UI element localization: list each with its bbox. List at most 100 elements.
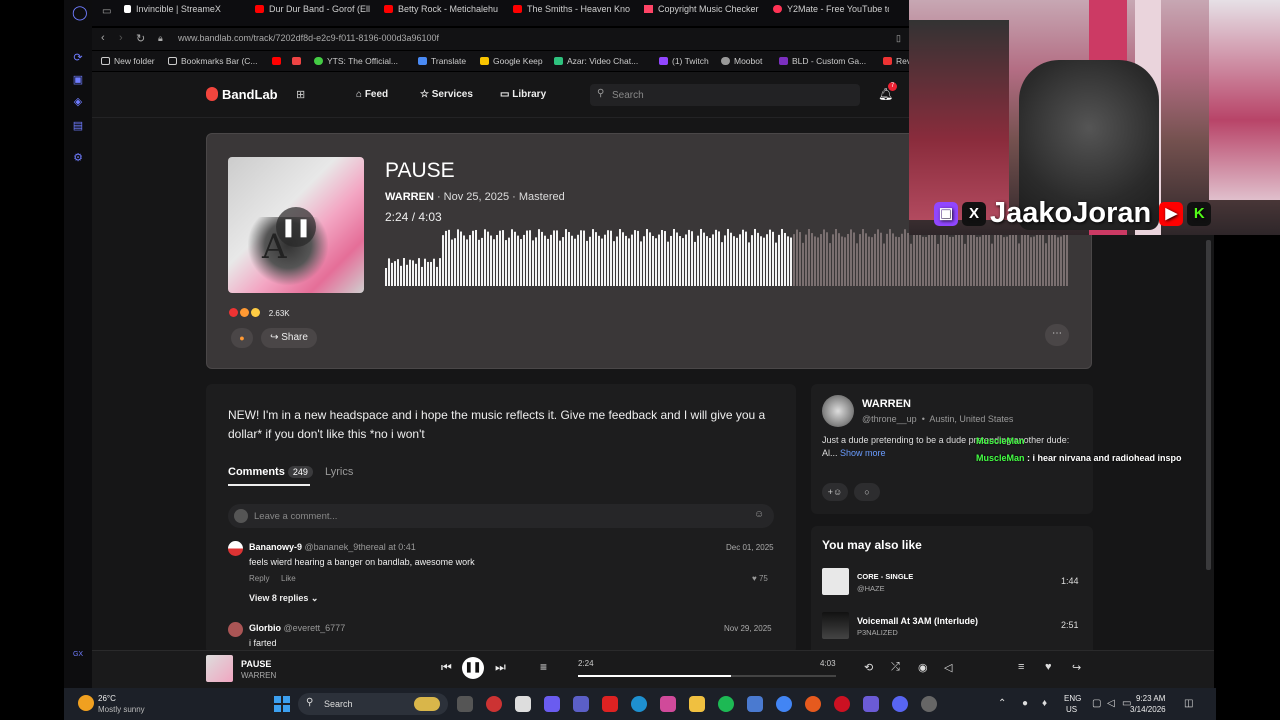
weather-desc[interactable]: Mostly sunny (98, 705, 145, 714)
sidebar-refresh-icon[interactable]: ⟳ (72, 52, 84, 64)
opera-logo-icon[interactable]: ◯ (72, 5, 88, 19)
clock-date[interactable]: 3/14/2026 (1130, 705, 1166, 714)
show-more-link[interactable]: Show more (840, 448, 886, 458)
add-to-playlist-icon[interactable]: ≡ (1018, 661, 1024, 673)
bookmark-item[interactable]: Moobot (721, 56, 762, 66)
next-icon[interactable]: ⏭︎ (495, 660, 506, 675)
ymal-thumbnail[interactable] (822, 568, 849, 595)
queue-icon[interactable]: ≡ (540, 660, 547, 674)
chrome-icon[interactable] (776, 696, 792, 712)
pause-button[interactable]: ❚❚ (462, 657, 484, 679)
tab-comments[interactable]: Comments 249 (228, 466, 313, 478)
ymal-track-name[interactable]: Voicemall At 3AM (Interlude) (857, 616, 978, 626)
shuffle-icon[interactable]: ⤮ (891, 661, 900, 674)
browser-tab[interactable]: Copyright Music Checker (644, 4, 764, 22)
app-icon[interactable] (486, 696, 502, 712)
view-replies-button[interactable]: View 8 replies ⌄ (249, 593, 318, 604)
ymal-track-name[interactable]: CORE - SINGLE (857, 572, 913, 581)
weather-temp[interactable]: 26°C (98, 694, 116, 703)
bookmark-item[interactable]: Azar: Video Chat... (554, 56, 638, 66)
react-button[interactable]: ● (231, 328, 253, 348)
bookmark-item[interactable]: Translate (418, 56, 466, 66)
ymal-thumbnail[interactable] (822, 612, 849, 639)
volume-icon[interactable]: ◁ (1107, 698, 1115, 709)
bookmark-item[interactable] (272, 56, 285, 66)
nav-library[interactable]: ▭ Library (500, 89, 546, 100)
commenter-avatar[interactable] (228, 541, 243, 556)
search-input[interactable]: ⚲ Search (590, 84, 860, 106)
reply-button[interactable]: Reply (249, 574, 269, 583)
sidebar-media-icon[interactable]: ▤ (72, 120, 84, 132)
page-scrollbar[interactable] (1206, 240, 1211, 570)
share-icon[interactable]: ↪ (1072, 661, 1081, 674)
browser-tab[interactable]: The Smiths - Heaven Kno (513, 4, 631, 22)
app-l-icon[interactable] (602, 696, 618, 712)
more-options-icon[interactable]: ⋯ (1045, 324, 1069, 346)
sidebar-extension-icon[interactable]: ◈ (72, 96, 84, 108)
artist-name[interactable]: WARREN (862, 398, 911, 410)
now-playing-thumbnail[interactable] (206, 655, 233, 682)
nav-services[interactable]: ☆ Services (420, 89, 473, 100)
weather-sun-icon[interactable] (78, 695, 94, 711)
bookmark-item[interactable]: New folder (101, 56, 155, 66)
tab-lyrics[interactable]: Lyrics (325, 466, 353, 478)
discord-icon[interactable] (892, 696, 908, 712)
ymal-track-artist[interactable]: P3NALIZED (857, 628, 898, 637)
edge-icon[interactable] (631, 696, 647, 712)
repeat-icon[interactable]: ⟲ (864, 661, 873, 674)
like-button[interactable]: Like (281, 574, 296, 583)
previous-icon[interactable]: ⏮︎ (441, 660, 452, 675)
language-region[interactable]: US (1066, 705, 1077, 714)
taskbar-search[interactable]: ⚲ Search (298, 693, 448, 715)
store-icon[interactable] (515, 696, 531, 712)
teams-icon[interactable] (573, 696, 589, 712)
app-icon[interactable] (863, 696, 879, 712)
app-icon[interactable] (805, 696, 821, 712)
comment-author[interactable]: Glorbio @everett_6777 (249, 623, 345, 633)
apps-grid-icon[interactable]: ⊞ (296, 88, 305, 101)
file-explorer-icon[interactable] (689, 696, 705, 712)
forward-icon[interactable]: › (119, 32, 123, 44)
seek-bar[interactable] (578, 675, 836, 677)
bookmark-item[interactable]: Bookmarks Bar (C... (168, 56, 258, 66)
volume-icon[interactable]: ◁ (944, 661, 952, 674)
track-artist-link[interactable]: WARREN (385, 191, 434, 203)
clock-time[interactable]: 9:23 AM (1136, 694, 1165, 703)
cover-art[interactable]: A ❚❚ (228, 157, 364, 293)
browser-tab[interactable]: Y2Mate - Free YouTube to (773, 4, 889, 22)
opera-gx-icon[interactable] (834, 696, 850, 712)
settings-gear-icon[interactable]: ⚙ (72, 152, 84, 164)
bookmark-item[interactable]: Google Keep (480, 56, 543, 66)
waveform[interactable] (385, 228, 1069, 288)
comment-input[interactable]: Leave a comment... ☺ (228, 504, 774, 528)
bookmark-item[interactable]: BLD - Custom Ga... (779, 56, 866, 66)
message-icon[interactable]: ○ (854, 483, 880, 501)
now-playing-artist[interactable]: WARREN (241, 671, 276, 680)
copilot-icon[interactable] (544, 696, 560, 712)
chevron-up-icon[interactable]: ⌃ (998, 698, 1006, 709)
reactions-summary[interactable]: 2.63K (229, 308, 290, 318)
app-icon[interactable] (921, 696, 937, 712)
instagram-icon[interactable] (660, 696, 676, 712)
bookmark-item[interactable]: Rev (883, 56, 911, 66)
url-field[interactable]: www.bandlab.com/track/7202df8d-e2c9-f011… (178, 33, 439, 43)
ymal-track-artist[interactable]: @HAZE (857, 584, 885, 593)
browser-tab[interactable]: Betty Rock - Metichalehu (384, 4, 502, 22)
mic-icon[interactable]: ♦ (1042, 698, 1047, 709)
bookmark-item[interactable]: (1) Twitch (659, 56, 709, 66)
windows-start-icon[interactable] (274, 696, 290, 712)
bandlab-logo[interactable]: BandLab (206, 87, 278, 102)
nav-feed[interactable]: ⌂ Feed (356, 89, 388, 100)
bookmark-item[interactable]: YTS: The Official... (314, 56, 398, 66)
language[interactable]: ENG (1064, 694, 1081, 703)
comment-author[interactable]: Bananowy-9 @bananek_9thereal at 0:41 (249, 542, 416, 552)
back-icon[interactable]: ‹ (101, 32, 105, 44)
network-icon[interactable]: ▢ (1092, 698, 1101, 709)
browser-tab[interactable]: Dur Dur Band - Gorof (Ell (255, 4, 373, 22)
share-button[interactable]: ↪ Share (261, 328, 317, 348)
notification-icon[interactable]: ◫ (1184, 698, 1193, 709)
sidebar-app-icon[interactable]: ▣ (72, 74, 84, 86)
reload-icon[interactable]: ↻ (136, 32, 145, 45)
commenter-avatar[interactable] (228, 622, 243, 637)
task-view-icon[interactable] (457, 696, 473, 712)
